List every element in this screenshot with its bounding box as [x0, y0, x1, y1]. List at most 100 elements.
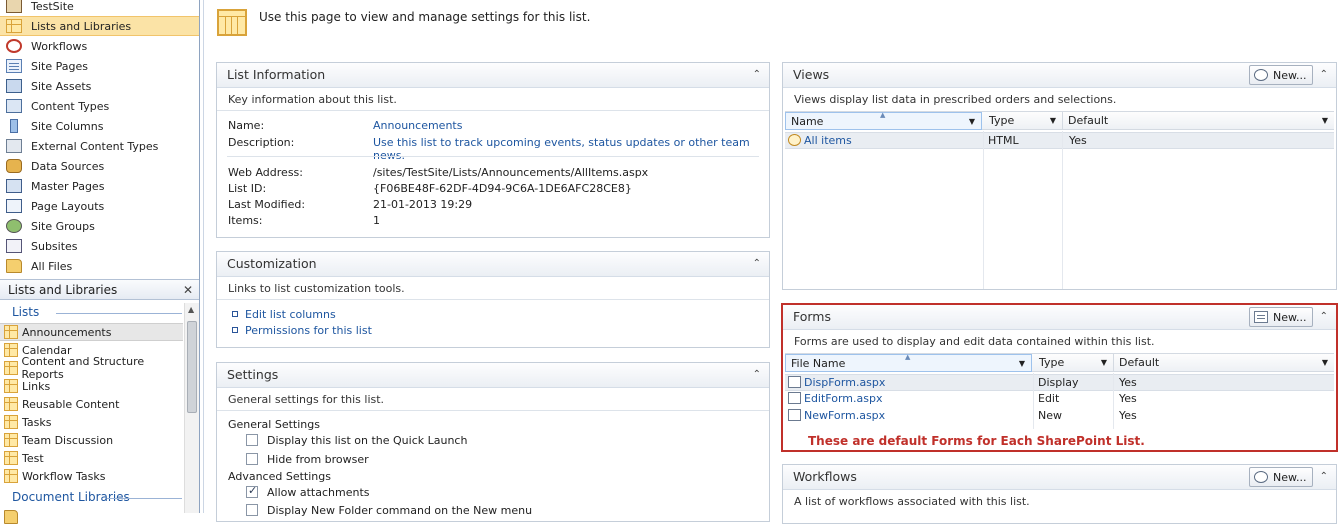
list-item-announcements[interactable]: Announcements	[0, 323, 183, 341]
new-form-row-icon	[788, 409, 801, 421]
table-row[interactable]: NewForm.aspx New Yes	[785, 408, 1334, 425]
panel-title: Forms	[793, 309, 832, 324]
allow-attachments-checkbox[interactable]	[246, 484, 258, 498]
nav-item-site-groups[interactable]: Site Groups	[0, 216, 199, 236]
table-row[interactable]: DispForm.aspx Display Yes	[785, 374, 1334, 391]
list-item-team-discussion[interactable]: Team Discussion	[0, 431, 183, 449]
name-value[interactable]: Announcements	[373, 119, 462, 132]
list-item-reusable-content[interactable]: Reusable Content	[0, 395, 183, 413]
table-row[interactable]: All items HTML Yes	[785, 132, 1334, 149]
edit-list-columns-link[interactable]: Edit list columns	[232, 308, 336, 321]
nav-item-site-assets[interactable]: Site Assets	[0, 76, 199, 96]
collapse-icon[interactable]: ⌃	[1320, 305, 1328, 329]
dropdown-icon[interactable]: ▼	[1101, 354, 1107, 371]
sort-icon: ▲	[905, 353, 911, 361]
column-header-type[interactable]: Type ▼	[984, 112, 1063, 130]
form-name-cell[interactable]: DispForm.aspx	[788, 375, 885, 391]
list-item-content-and-structure-reports[interactable]: Content and Structure Reports	[0, 355, 183, 381]
scrollbar-thumb[interactable]	[187, 321, 197, 413]
dropdown-icon[interactable]: ▼	[1019, 355, 1025, 372]
site-pages-icon	[6, 59, 22, 73]
list-item-label: Tasks	[22, 415, 52, 429]
new-workflow-button[interactable]: New...	[1249, 467, 1314, 487]
collapse-icon[interactable]: ⌃	[1320, 63, 1328, 87]
button-label: New...	[1273, 68, 1307, 82]
data-sources-icon	[6, 159, 22, 173]
dropdown-icon[interactable]: ▼	[1050, 112, 1056, 129]
new-folder-option[interactable]: Display New Folder command on the New me…	[246, 504, 532, 517]
description-value[interactable]: Use this list to track upcoming events, …	[373, 136, 769, 162]
table-row[interactable]: EditForm.aspx Edit Yes	[785, 391, 1334, 408]
nav-item-master-pages[interactable]: Master Pages	[0, 176, 199, 196]
column-divider	[1062, 131, 1063, 289]
workflows-panel: Workflows ⌃ New... A list of workflows a…	[782, 464, 1337, 524]
close-icon[interactable]: ✕	[183, 283, 193, 297]
panel-description: Key information about this list.	[228, 93, 397, 106]
new-view-button[interactable]: New...	[1249, 65, 1314, 85]
nav-item-subsites[interactable]: Subsites	[0, 236, 199, 256]
list-item-workflow-tasks[interactable]: Workflow Tasks	[0, 467, 183, 485]
nav-item-label: Data Sources	[31, 159, 105, 173]
permissions-link[interactable]: Permissions for this list	[232, 324, 372, 337]
nav-item-lists-and-libraries[interactable]: Lists and Libraries	[0, 16, 199, 36]
nav-item-label: All Files	[31, 259, 73, 273]
panel-title: Workflows	[793, 469, 857, 484]
column-header-default[interactable]: Default ▼	[1114, 354, 1334, 372]
nav-item-content-types[interactable]: Content Types	[0, 96, 199, 116]
new-form-button[interactable]: New...	[1249, 307, 1314, 327]
list-icon	[4, 469, 18, 483]
new-form-icon	[1254, 311, 1268, 323]
hide-browser-checkbox[interactable]	[246, 453, 258, 465]
column-header-type[interactable]: Type ▼	[1034, 354, 1114, 372]
nav-item-testsite[interactable]: TestSite	[0, 0, 199, 16]
nav-item-site-columns[interactable]: Site Columns	[0, 116, 199, 136]
nav-item-data-sources[interactable]: Data Sources	[0, 156, 199, 176]
form-name-cell[interactable]: NewForm.aspx	[788, 408, 885, 424]
list-item-tasks[interactable]: Tasks	[0, 413, 183, 431]
column-header-default[interactable]: Default ▼	[1063, 112, 1334, 130]
new-folder-checkbox[interactable]	[246, 504, 258, 516]
list-icon	[4, 397, 18, 411]
collapse-icon[interactable]: ⌃	[753, 363, 761, 387]
panel-title: Settings	[227, 367, 279, 382]
collapse-icon[interactable]: ⌃	[753, 252, 761, 276]
column-label: Name	[791, 115, 824, 128]
lists-heading: Lists	[12, 305, 184, 319]
list-icon	[4, 325, 18, 339]
folder-icon	[6, 259, 22, 273]
site-groups-icon	[6, 219, 22, 233]
list-item-label: Announcements	[22, 325, 112, 339]
master-pages-icon	[6, 179, 22, 193]
nav-item-label: Workflows	[31, 39, 88, 53]
list-item-links[interactable]: Links	[0, 377, 183, 395]
dropdown-icon[interactable]: ▼	[969, 113, 975, 130]
collapse-icon[interactable]: ⌃	[753, 63, 761, 87]
site-columns-icon	[10, 119, 18, 133]
doclib-item[interactable]	[0, 508, 183, 526]
list-settings-icon	[217, 9, 247, 36]
quick-launch-option[interactable]: Display this list on the Quick Launch	[246, 434, 467, 447]
nav-item-workflows[interactable]: Workflows	[0, 36, 199, 56]
list-item-test[interactable]: Test	[0, 449, 183, 467]
column-header-name[interactable]: ▲ Name ▼	[785, 111, 982, 130]
column-header-file-name[interactable]: ▲ File Name ▼	[785, 353, 1032, 372]
allow-attachments-option[interactable]: Allow attachments	[246, 484, 370, 499]
hide-browser-option[interactable]: Hide from browser	[246, 453, 369, 466]
scroll-up-icon[interactable]: ▲	[188, 305, 194, 314]
quick-launch-checkbox[interactable]	[246, 434, 258, 446]
collapse-icon[interactable]: ⌃	[1320, 465, 1328, 489]
dropdown-icon[interactable]: ▼	[1322, 354, 1328, 371]
form-name-cell[interactable]: EditForm.aspx	[788, 391, 882, 407]
nav-item-site-pages[interactable]: Site Pages	[0, 56, 199, 76]
nav-item-all-files[interactable]: All Files	[0, 256, 199, 276]
nav-item-page-layouts[interactable]: Page Layouts	[0, 196, 199, 216]
lists-scrollbar[interactable]: ▲	[184, 303, 199, 513]
panel-description: Views display list data in prescribed or…	[794, 93, 1117, 106]
view-icon	[788, 134, 801, 146]
dropdown-icon[interactable]: ▼	[1322, 112, 1328, 129]
sort-icon: ▲	[880, 111, 886, 119]
view-name-cell[interactable]: All items	[788, 133, 852, 149]
nav-item-external-content-types[interactable]: External Content Types	[0, 136, 199, 156]
workflow-icon	[6, 39, 22, 53]
items-value: 1	[373, 214, 380, 227]
